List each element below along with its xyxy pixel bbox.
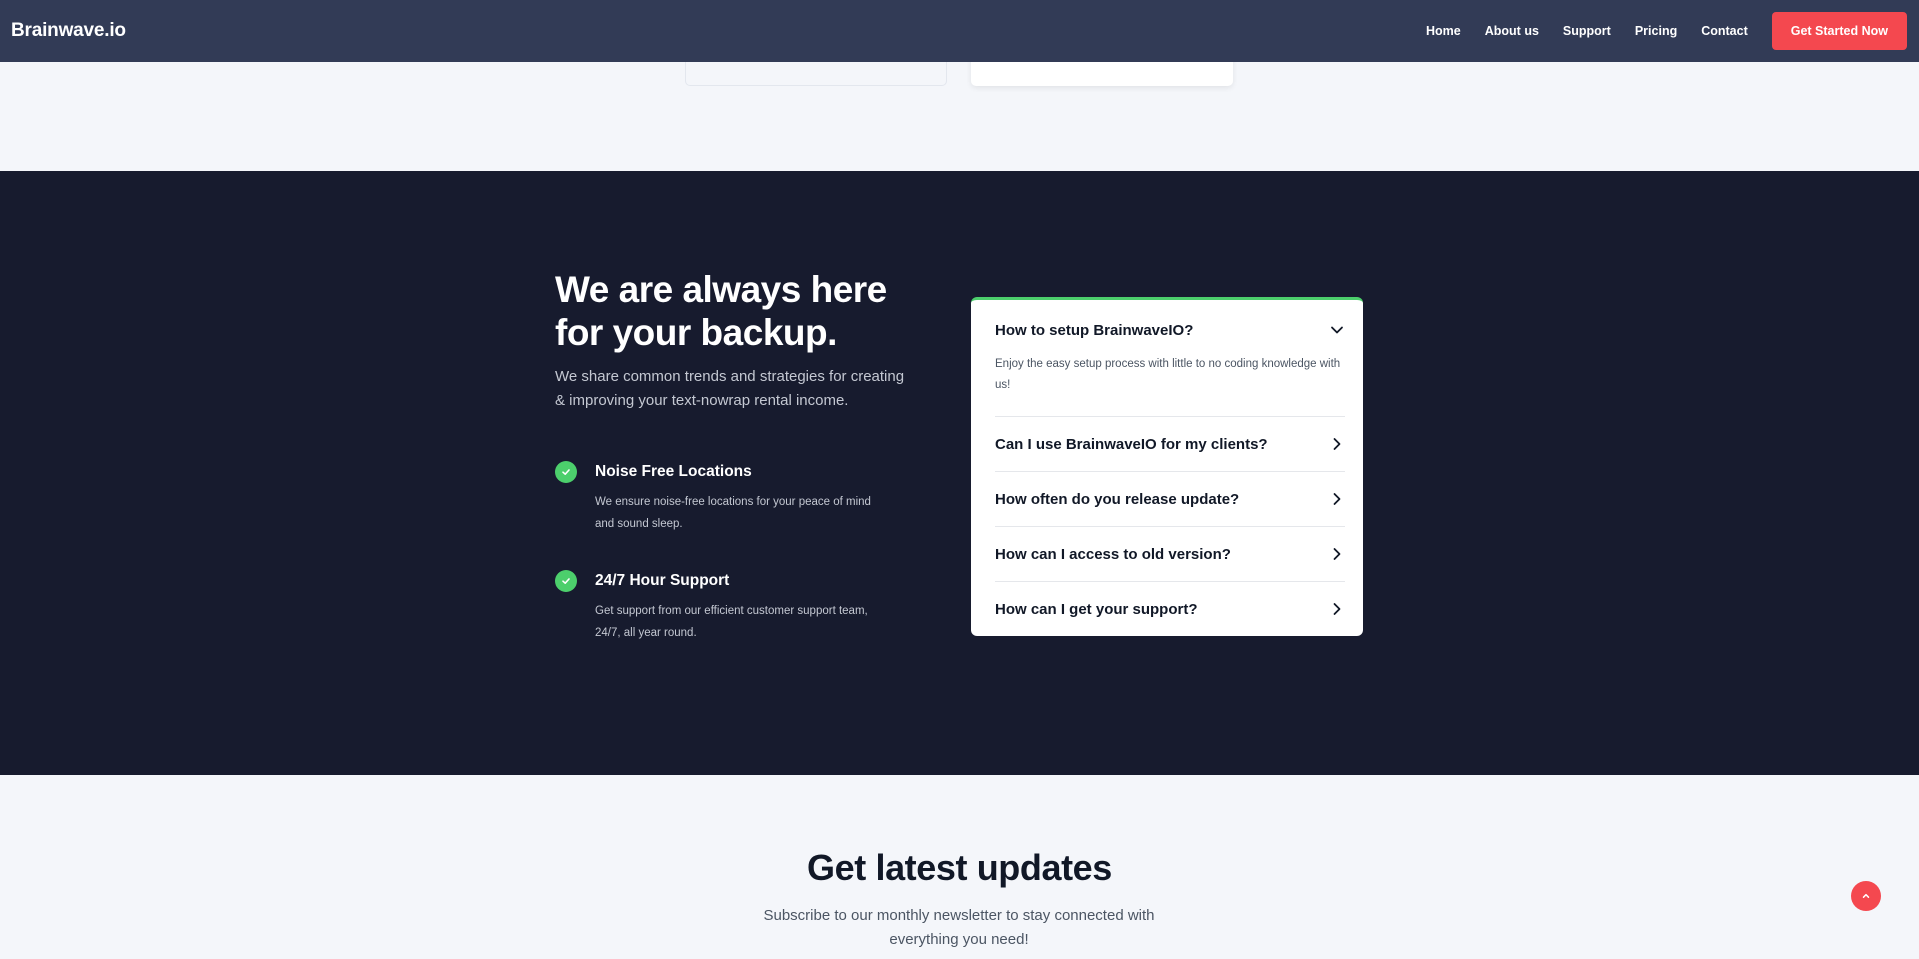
feature-title: 24/7 Hour Support bbox=[595, 572, 730, 589]
check-icon bbox=[555, 461, 577, 483]
nav-home[interactable]: Home bbox=[1426, 24, 1461, 38]
chevron-right-icon[interactable] bbox=[1329, 436, 1345, 452]
section-title: We are always here for your backup. bbox=[555, 269, 887, 353]
nav-contact[interactable]: Contact bbox=[1701, 24, 1748, 38]
scroll-to-top-button[interactable] bbox=[1851, 881, 1881, 911]
support-section: We are always here for your backup. We s… bbox=[0, 171, 1919, 775]
faq-item: How can I get your support? bbox=[995, 582, 1345, 637]
section-subtitle: We share common trends and strategies fo… bbox=[555, 368, 905, 409]
faq-question: How can I access to old version? bbox=[995, 545, 1231, 563]
chevron-right-icon[interactable] bbox=[1329, 491, 1345, 507]
faq-question: Can I use BrainwaveIO for my clients? bbox=[995, 435, 1268, 453]
main-nav: Home About us Support Pricing Contact Ge… bbox=[1426, 12, 1907, 50]
faq-accordion: How to setup BrainwaveIO? Enjoy the easy… bbox=[971, 297, 1363, 636]
check-icon bbox=[555, 570, 577, 592]
nav-about[interactable]: About us bbox=[1485, 24, 1539, 38]
faq-question-toggle[interactable]: How can I get your support? bbox=[995, 599, 1345, 619]
faq-question: How can I get your support? bbox=[995, 600, 1198, 618]
faq-item: How often do you release update? bbox=[995, 472, 1345, 527]
newsletter-title: Get latest updates bbox=[807, 847, 1112, 888]
faq-answer: Enjoy the easy setup process with little… bbox=[995, 358, 1341, 391]
faq-question-toggle[interactable]: How can I access to old version? bbox=[995, 544, 1345, 564]
faq-item: Can I use BrainwaveIO for my clients? bbox=[995, 417, 1345, 472]
chevron-down-icon[interactable] bbox=[1329, 322, 1345, 338]
get-started-button[interactable]: Get Started Now bbox=[1771, 12, 1907, 50]
chevron-right-icon[interactable] bbox=[1329, 546, 1345, 562]
faq-question-toggle[interactable]: How to setup BrainwaveIO? bbox=[995, 320, 1345, 340]
faq-item: How can I access to old version? bbox=[995, 527, 1345, 582]
nav-support[interactable]: Support bbox=[1563, 24, 1611, 38]
feature-description: Get support from our efficient customer … bbox=[595, 605, 868, 639]
faq-question: How often do you release update? bbox=[995, 490, 1240, 508]
faq-question-toggle[interactable]: Can I use BrainwaveIO for my clients? bbox=[995, 434, 1345, 454]
faq-question-toggle[interactable]: How often do you release update? bbox=[995, 489, 1345, 509]
newsletter-subtitle: Subscribe to our monthly newsletter to s… bbox=[763, 907, 1155, 948]
chevron-right-icon[interactable] bbox=[1329, 601, 1345, 617]
brand-logo[interactable]: Brainwave.io bbox=[11, 20, 126, 42]
faq-item: How to setup BrainwaveIO? Enjoy the easy… bbox=[995, 300, 1345, 417]
feature-title: Noise Free Locations bbox=[595, 463, 752, 480]
chevron-up-icon bbox=[1862, 893, 1870, 898]
nav-pricing[interactable]: Pricing bbox=[1635, 24, 1677, 38]
top-navbar: Brainwave.io Home About us Support Prici… bbox=[0, 0, 1919, 62]
newsletter-section: Get latest updates Subscribe to our mont… bbox=[0, 775, 1919, 959]
feature-description: We ensure noise-free locations for your … bbox=[595, 496, 871, 530]
faq-question: How to setup BrainwaveIO? bbox=[995, 321, 1194, 339]
